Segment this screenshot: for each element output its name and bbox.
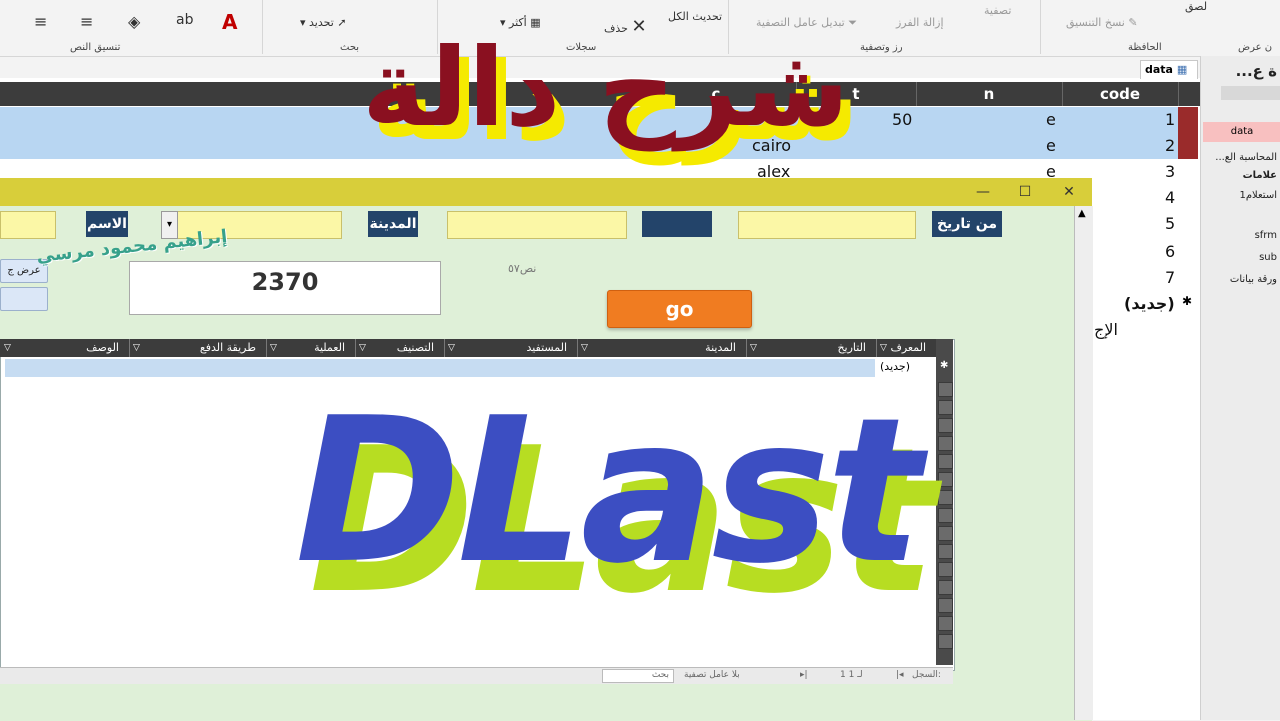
select-button[interactable]: ▾ تحديد ➚ [300, 16, 347, 29]
first-record-icon[interactable]: |◂ [896, 670, 904, 680]
group-clipboard: الحافظة [1128, 42, 1162, 53]
sub-col-date[interactable]: ▽ التاريخ [746, 339, 877, 357]
paste-button[interactable]: لصق [1185, 0, 1207, 13]
extra-input[interactable] [0, 211, 56, 239]
datasheet-total-label: الإج [1094, 320, 1118, 339]
overlay-function-name: DLast [295, 375, 922, 608]
selector-box[interactable] [938, 580, 953, 595]
name-label: الاسم [86, 211, 128, 237]
go-button[interactable]: go [607, 290, 752, 328]
no-filter-label[interactable]: بلا عامل تصفية [684, 670, 740, 680]
cell-code-1[interactable]: 1 [1165, 110, 1175, 129]
nav-selected-bar [1221, 86, 1280, 100]
selector-box[interactable] [938, 598, 953, 613]
column-header-n[interactable]: n [916, 82, 1063, 106]
selector-box[interactable] [938, 382, 953, 397]
nav-item-sfrm[interactable]: sfrm [1255, 230, 1277, 241]
minimize-icon[interactable]: — [968, 180, 998, 204]
record-label: السجل: [912, 670, 941, 680]
highlight-icon[interactable]: ab [176, 12, 193, 28]
secondary-button[interactable] [0, 287, 48, 311]
record-position[interactable]: 1 لـ 1 [840, 670, 863, 680]
sub-col-id[interactable]: ▽ المعرف [876, 339, 937, 357]
filter-icon: ⏷ [848, 16, 858, 29]
last-record-icon[interactable]: ▸| [800, 670, 808, 680]
column-header-code[interactable]: code [1062, 82, 1179, 106]
selector-box[interactable] [938, 418, 953, 433]
sub-col-description[interactable]: ▽ الوصف [0, 339, 130, 357]
selector-box[interactable] [938, 616, 953, 631]
cell-t-1[interactable]: 50 [892, 110, 912, 129]
record-navigation-bar: السجل: |◂ 1 لـ 1 ▸| بلا عامل تصفية بحث [0, 667, 953, 684]
record-selector-1[interactable] [1178, 107, 1198, 159]
cell-code-6[interactable]: 6 [1165, 242, 1175, 261]
close-icon[interactable]: ✕ [1054, 180, 1084, 204]
sub-col-beneficiary[interactable]: ▽ المستفيد [444, 339, 578, 357]
form-title-bar [0, 178, 1092, 206]
cell-n-2[interactable]: e [1046, 136, 1056, 155]
selector-box[interactable] [938, 490, 953, 505]
cell-code-3[interactable]: 3 [1165, 162, 1175, 181]
hint-label: نص٥٧ [508, 262, 537, 275]
cursor-icon: ➚ [337, 16, 347, 29]
selector-box[interactable] [938, 562, 953, 577]
nav-item-group[interactable]: علامات [1243, 170, 1277, 181]
cell-code-4[interactable]: 4 [1165, 188, 1175, 207]
sub-col-payment[interactable]: ▽ طريقة الدفع [129, 339, 267, 357]
filter-button[interactable]: تصفية [984, 4, 1011, 17]
overlay-arabic-title: شرح دالة [362, 26, 850, 151]
clear-sort-button[interactable]: إزالة الفرز [896, 16, 944, 29]
nav-item-data[interactable]: data [1203, 122, 1280, 142]
group-text-format: تنسيق النص [70, 42, 121, 53]
selector-box[interactable] [938, 508, 953, 523]
navigation-pane: ة ع... data المحاسبة الع... علامات استعل… [1200, 56, 1280, 720]
sub-col-city[interactable]: ▽ المدينة [577, 339, 747, 357]
font-color-icon[interactable]: A [222, 10, 237, 34]
nav-item-query1[interactable]: استعلام1 [1239, 190, 1277, 201]
search-box[interactable]: بحث [602, 669, 674, 683]
refresh-all-button[interactable]: تحديث الكل [668, 10, 722, 23]
align-center-icon[interactable]: ≡ [34, 12, 47, 31]
selector-box[interactable] [938, 400, 953, 415]
city-input[interactable] [447, 211, 627, 239]
scroll-up-icon[interactable]: ▲ [1078, 208, 1086, 219]
total-textbox[interactable]: 2370 [129, 261, 441, 315]
new-row-star-icon: ✱ [940, 360, 949, 371]
datasheet-new-row[interactable]: (جديد) [1124, 294, 1175, 313]
brush-icon: ✎ [1128, 16, 1138, 29]
format-painter-button[interactable]: نسخ التنسيق ✎ [1066, 16, 1138, 29]
cell-code-5[interactable]: 5 [1165, 214, 1175, 233]
nav-item-datasheet[interactable]: ورقة بيانات [1230, 274, 1277, 285]
subform-new-row[interactable]: (جديد) [880, 360, 910, 373]
selector-box[interactable] [938, 454, 953, 469]
cell-code-7[interactable]: 7 [1165, 268, 1175, 287]
sub-col-operation[interactable]: ▽ العملية [266, 339, 356, 357]
table-icon: ▦ [1176, 63, 1188, 76]
from-date-label: من تاريخ [932, 211, 1002, 237]
city-label: المدينة [368, 211, 418, 237]
nav-title[interactable]: ة ع... [1236, 62, 1277, 80]
cell-n-1[interactable]: e [1046, 110, 1056, 129]
tab-data[interactable]: data ▦ [1140, 60, 1198, 79]
to-date-label [642, 211, 712, 237]
fill-color-icon[interactable]: ◈ [128, 12, 140, 31]
form-scrollbar[interactable] [1074, 206, 1093, 720]
group-find: بحث [340, 42, 360, 53]
maximize-icon[interactable]: ☐ [1010, 180, 1040, 204]
selector-box[interactable] [938, 526, 953, 541]
selector-box[interactable] [938, 472, 953, 487]
new-row-star-icon: ✱ [1182, 294, 1193, 308]
nav-item-form1[interactable]: المحاسبة الع... [1215, 152, 1277, 163]
selector-box[interactable] [938, 436, 953, 451]
sub-col-category[interactable]: ▽ التصنيف [355, 339, 445, 357]
selector-box[interactable] [938, 634, 953, 649]
nav-item-sub[interactable]: sub [1259, 252, 1277, 263]
selector-box[interactable] [938, 544, 953, 559]
align-icon[interactable]: ≡ [80, 12, 93, 31]
cell-code-2[interactable]: 2 [1165, 136, 1175, 155]
from-date-input[interactable] [738, 211, 916, 239]
group-sort-filter: رز وتصفية [860, 42, 903, 53]
group-views: ن عرض [1238, 42, 1273, 53]
